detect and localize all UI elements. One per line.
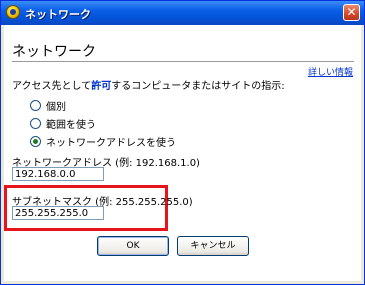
network-address-input[interactable]: [12, 167, 104, 181]
radio-range[interactable]: [30, 117, 41, 129]
option-individual-label: 個別: [46, 101, 66, 113]
radio-individual[interactable]: [30, 99, 41, 111]
ok-button[interactable]: OK: [97, 236, 169, 256]
dialog-content: ネットワーク 詳しい情報 アクセス先として許可するコンピュータまたはサイトの指示…: [4, 25, 361, 281]
close-button[interactable]: ✕: [343, 4, 360, 21]
window-title: ネットワーク: [25, 8, 91, 21]
help-link[interactable]: 詳しい情報: [308, 65, 353, 78]
page-title: ネットワーク: [12, 44, 96, 60]
radio-network-address[interactable]: [30, 135, 41, 147]
instruction-text: アクセス先として許可するコンピュータまたはサイトの指示:: [12, 77, 285, 92]
title-bar[interactable]: ネットワーク ✕: [1, 1, 364, 25]
instruction-suffix: するコンピュータまたはサイトの指示:: [111, 81, 285, 92]
option-range-label: 範囲を使う: [46, 119, 96, 131]
option-individual[interactable]: 個別: [30, 98, 66, 113]
network-dialog: ネットワーク ✕ ネットワーク 詳しい情報 アクセス先として許可するコンピュータ…: [0, 0, 365, 285]
option-network-address-label: ネットワークアドレスを使う: [46, 137, 176, 149]
instruction-emphasis: 許可: [91, 81, 112, 92]
instruction-prefix: アクセス先として: [12, 81, 92, 92]
option-network-address[interactable]: ネットワークアドレスを使う: [30, 134, 176, 149]
network-app-icon: [6, 5, 20, 19]
subnet-mask-input[interactable]: [12, 206, 104, 220]
title-divider: [12, 61, 354, 62]
cancel-button[interactable]: キャンセル: [177, 236, 249, 256]
option-range[interactable]: 範囲を使う: [30, 116, 96, 131]
